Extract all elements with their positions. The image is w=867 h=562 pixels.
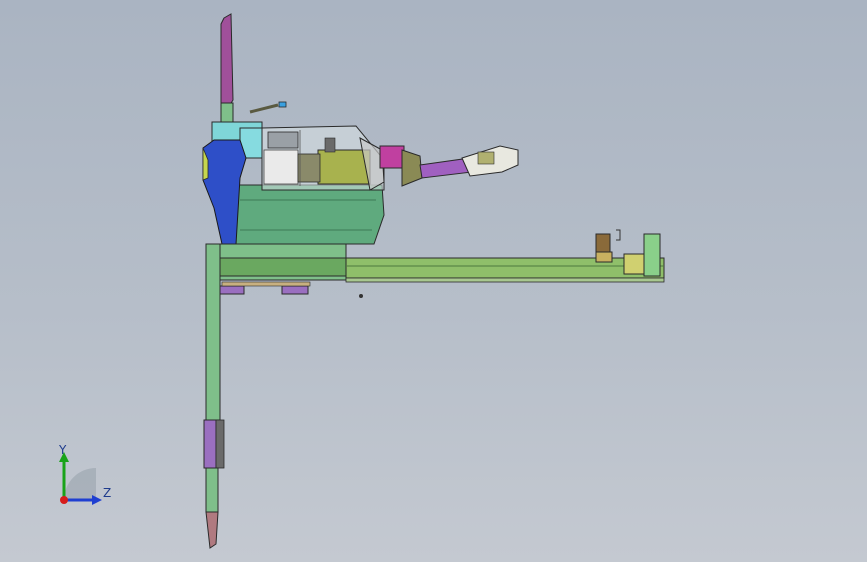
z-axis-label: Z [103,486,112,500]
front-wrist-assembly[interactable] [359,137,519,191]
top-rod-part[interactable] [249,101,287,114]
horizontal-frame-top[interactable] [205,243,347,281]
small-fastener [359,294,363,298]
y-axis-label: Y [59,443,67,457]
horizontal-rail[interactable] [345,257,665,283]
upper-arm-part[interactable] [220,13,234,126]
cad-viewport[interactable]: Y Z [0,0,867,562]
purple-brackets[interactable] [207,281,311,295]
robot-assembly-model[interactable] [0,0,867,562]
coordinate-triad-icon: Y Z [50,440,130,510]
main-green-housing[interactable] [233,184,385,245]
